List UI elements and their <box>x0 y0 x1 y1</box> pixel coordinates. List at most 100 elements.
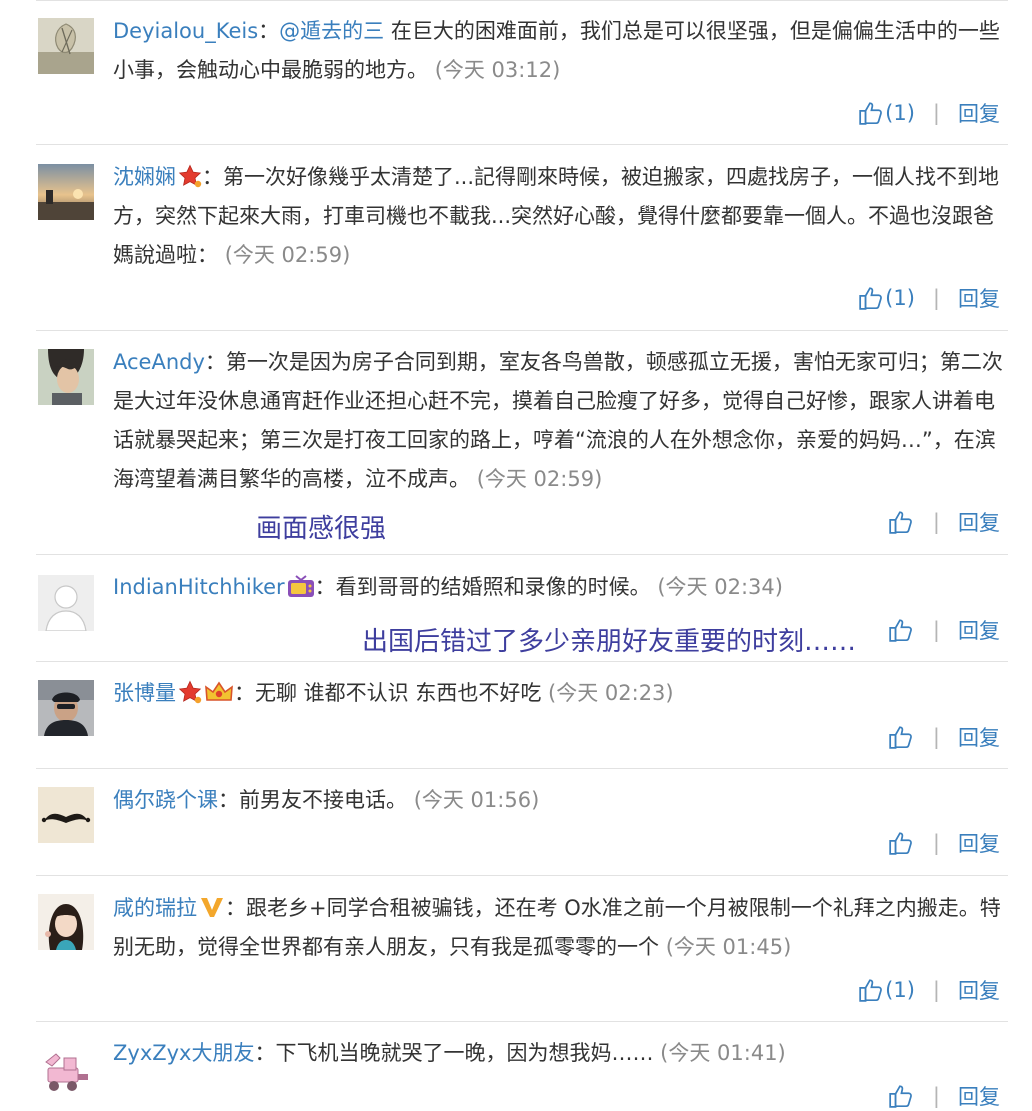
comment-body: 无聊 谁都不认识 东西也不好吃 <box>255 681 549 705</box>
thumbs-up-icon <box>888 617 914 643</box>
colon: ： <box>225 896 246 920</box>
colon: ： <box>314 575 336 599</box>
timestamp: (今天 02:23) <box>548 681 674 705</box>
like-count: (1) <box>885 101 915 125</box>
comment-body: 看到哥哥的结婚照和录像的时候。 <box>335 575 658 599</box>
comment-item: 咸的瑞拉 ：跟老乡+同学合租被骗钱，还在考 O水准之前一个月被限制一个礼拜之内搬走… <box>36 876 1008 1022</box>
like-button[interactable]: (1) <box>858 977 915 1003</box>
tv-icon <box>287 574 315 598</box>
like-button[interactable] <box>888 1083 915 1109</box>
like-count: (1) <box>885 286 915 310</box>
colon: ： <box>258 19 280 43</box>
comment-item: 偶尔跷个课：前男友不接电话。 (今天 01:56) | 回复 <box>36 769 1008 876</box>
username-link[interactable]: IndianHitchhiker <box>113 575 285 599</box>
separator: | <box>932 510 940 534</box>
comment-actions: | 回复 <box>888 507 1000 537</box>
thumbs-up-icon <box>888 724 914 750</box>
timestamp: (今天 01:45) <box>665 935 792 959</box>
comment-item: 张博量 ：无聊 谁都不认识 东西也不好吃 (今天 02:23) | 回复 <box>36 662 1008 769</box>
comment-text: ZyxZyx大朋友：下飞机当晚就哭了一晚，因为想我妈…… (今天 01:41) <box>113 1034 1008 1073</box>
comment-item: ZyxZyx大朋友：下飞机当晚就哭了一晚，因为想我妈…… (今天 01:41) … <box>36 1022 1008 1109</box>
comment-text: 偶尔跷个课：前男友不接电话。 (今天 01:56) <box>113 781 1008 820</box>
comment-text: 沈娴娴 ：第一次好像幾乎太清楚了...記得剛來時候，被迫搬家，四處找房子，一個人找… <box>113 158 1008 275</box>
comment-item: AceAndy：第一次是因为房子合同到期，室友各鸟兽散，顿感孤立无援，害怕无家可… <box>36 331 1008 555</box>
separator: | <box>932 725 940 749</box>
comment-text: 张博量 ：无聊 谁都不认识 东西也不好吃 (今天 02:23) <box>113 674 1008 713</box>
like-button[interactable] <box>888 509 915 535</box>
comment-actions: (1) | 回复 <box>858 975 1000 1005</box>
username-link[interactable]: ZyxZyx大朋友 <box>113 1041 254 1065</box>
reply-button[interactable]: 回复 <box>958 722 1000 752</box>
comment-body: 跟老乡+同学合租被骗钱，还在考 O水准之前一个月被限制一个礼拜之内搬走。特别无助… <box>113 896 1001 959</box>
avatar[interactable] <box>38 349 94 405</box>
overlay-caption: 出国后错过了多少亲朋好友重要的时刻…… <box>362 627 857 657</box>
colon: ： <box>218 788 239 812</box>
red-star-icon <box>178 164 202 188</box>
username-link[interactable]: AceAndy <box>113 350 205 374</box>
timestamp: (今天 02:59) <box>224 243 351 267</box>
comment-item: Deyialou_Keis：@遁去的三 在巨大的困难面前，我们总是可以很坚强，但… <box>36 0 1008 145</box>
reply-button[interactable]: 回复 <box>958 98 1000 128</box>
thumbs-up-icon <box>858 977 884 1003</box>
overlay-caption: 画面感很强 <box>256 514 387 544</box>
like-button[interactable]: (1) <box>858 100 915 126</box>
mention-link[interactable]: @遁去的三 <box>279 19 384 43</box>
comment-text: AceAndy：第一次是因为房子合同到期，室友各鸟兽散，顿感孤立无援，害怕无家可… <box>113 343 1008 499</box>
separator: | <box>932 286 940 310</box>
timestamp: (今天 01:41) <box>660 1041 786 1065</box>
colon: ： <box>202 165 223 189</box>
comment-actions: | 回复 <box>888 615 1000 645</box>
timestamp: (今天 02:34) <box>657 575 783 599</box>
timestamp: (今天 02:59) <box>476 467 603 491</box>
separator: | <box>932 101 940 125</box>
timestamp: (今天 01:56) <box>413 788 540 812</box>
comment-body: 下飞机当晚就哭了一晚，因为想我妈…… <box>275 1041 661 1065</box>
comment-text: Deyialou_Keis：@遁去的三 在巨大的困难面前，我们总是可以很坚强，但… <box>113 12 1008 90</box>
username-link[interactable]: Deyialou_Keis <box>113 19 258 43</box>
avatar[interactable] <box>38 1040 94 1096</box>
like-count: (1) <box>885 978 915 1002</box>
like-button[interactable] <box>888 830 915 856</box>
avatar[interactable] <box>38 787 94 843</box>
separator: | <box>932 618 940 642</box>
red-star-icon <box>178 680 202 704</box>
reply-button[interactable]: 回复 <box>958 975 1000 1005</box>
thumbs-up-icon <box>888 509 914 535</box>
comment-actions: | 回复 <box>888 828 1000 858</box>
thumbs-up-icon <box>858 285 884 311</box>
reply-button[interactable]: 回复 <box>958 507 1000 537</box>
username-link[interactable]: 张博量 <box>113 681 176 705</box>
thumbs-up-icon <box>888 830 914 856</box>
comment-actions: | 回复 <box>888 722 1000 752</box>
reply-button[interactable]: 回复 <box>958 615 1000 645</box>
comment-item: 沈娴娴 ：第一次好像幾乎太清楚了...記得剛來時候，被迫搬家，四處找房子，一個人找… <box>36 145 1008 331</box>
like-button[interactable] <box>888 617 915 643</box>
comment-actions: (1) | 回复 <box>858 283 1000 313</box>
thumbs-up-icon <box>858 100 884 126</box>
username-link[interactable]: 沈娴娴 <box>113 165 176 189</box>
verified-v-icon <box>199 895 225 919</box>
like-button[interactable]: (1) <box>858 285 915 311</box>
separator: | <box>932 978 940 1002</box>
separator: | <box>932 831 940 855</box>
comment-text: IndianHitchhiker ：看到哥哥的结婚照和录像的时候。 (今天 02:… <box>113 568 1008 607</box>
reply-button[interactable]: 回复 <box>958 283 1000 313</box>
reply-button[interactable]: 回复 <box>958 1081 1000 1111</box>
comment-actions: (1) | 回复 <box>858 98 1000 128</box>
comment-body: 前男友不接电话。 <box>239 788 414 812</box>
avatar[interactable] <box>38 680 94 736</box>
comment-actions: | 回复 <box>888 1081 1000 1111</box>
reply-button[interactable]: 回复 <box>958 828 1000 858</box>
timestamp: (今天 03:12) <box>434 58 561 82</box>
avatar[interactable] <box>38 575 94 631</box>
colon: ： <box>254 1041 276 1065</box>
username-link[interactable]: 偶尔跷个课 <box>113 788 218 812</box>
avatar[interactable] <box>38 894 94 950</box>
avatar[interactable] <box>38 18 94 74</box>
separator: | <box>932 1084 940 1108</box>
crown-icon <box>204 680 234 704</box>
thumbs-up-icon <box>888 1083 914 1109</box>
like-button[interactable] <box>888 724 915 750</box>
avatar[interactable] <box>38 164 94 220</box>
username-link[interactable]: 咸的瑞拉 <box>113 896 197 920</box>
